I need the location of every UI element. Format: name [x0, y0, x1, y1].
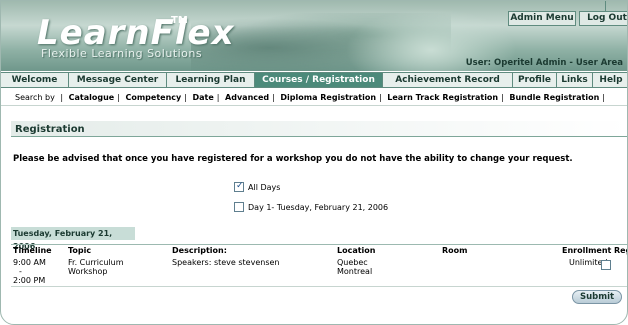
search-catalogue-link[interactable]: Catalogue: [69, 93, 115, 102]
tab-learning-plan[interactable]: Learning Plan: [167, 73, 255, 87]
all-days-checkbox[interactable]: [234, 181, 244, 192]
row-location-line2: Montreal: [337, 267, 373, 276]
tab-profile[interactable]: Profile: [513, 73, 557, 87]
logout-button[interactable]: Log Out: [579, 11, 627, 26]
tab-courses-registration[interactable]: Courses / Registration: [255, 73, 383, 87]
row-time-end: 2:00 PM: [13, 276, 46, 285]
day-1-label: Day 1- Tuesday, February 21, 2006: [248, 202, 389, 212]
row-topic-line1: Fr. Curriculum: [68, 258, 124, 267]
hanger-line: [605, 1, 606, 11]
table-row: 9:00 AM - 2:00 PM Fr. Curriculum Worksho…: [11, 257, 627, 287]
tab-links[interactable]: Links: [557, 73, 593, 87]
admin-menu-button[interactable]: Admin Menu: [508, 11, 576, 26]
page-title: Registration: [11, 121, 627, 137]
row-time-sep: -: [19, 267, 22, 276]
tab-achievement-record[interactable]: Achievement Record: [383, 73, 513, 87]
header-banner: LearnFlex TM Flexible Learning Solutions…: [1, 1, 627, 71]
col-description: Description:: [172, 246, 227, 255]
main-nav: Welcome Message Center Learning Plan Cou…: [1, 72, 627, 88]
diploma-registration-link[interactable]: Diploma Registration: [280, 93, 376, 102]
col-location: Location: [337, 246, 376, 255]
option-day-1[interactable]: Day 1- Tuesday, February 21, 2006: [234, 201, 388, 213]
tab-help[interactable]: Help: [593, 73, 627, 87]
table-header: Timeline Topic Description: Location Roo…: [11, 244, 627, 256]
logo-trademark: TM: [171, 15, 188, 26]
day-1-checkbox[interactable]: [234, 202, 244, 212]
option-all-days[interactable]: All Days: [234, 181, 280, 193]
search-date-link[interactable]: Date: [192, 93, 213, 102]
tagline: Flexible Learning Solutions: [41, 47, 203, 60]
col-timeline: Timeline: [13, 246, 52, 255]
all-days-label: All Days: [248, 182, 281, 192]
tab-message-center[interactable]: Message Center: [69, 73, 167, 87]
search-by-label: Search by: [15, 93, 55, 102]
col-room: Room: [442, 246, 468, 255]
bundle-registration-link[interactable]: Bundle Registration: [509, 93, 599, 102]
registration-notice: Please be advised that once you have reg…: [13, 154, 573, 164]
tab-welcome[interactable]: Welcome: [1, 73, 69, 87]
register-checkbox[interactable]: [601, 260, 611, 270]
col-register: Register: [614, 246, 627, 255]
search-advanced-link[interactable]: Advanced: [225, 93, 269, 102]
col-enrollment: Enrollment: [562, 246, 612, 255]
col-topic: Topic: [68, 246, 92, 255]
date-header: Tuesday, February 21, 2006: [11, 227, 135, 251]
page-frame: LearnFlex TM Flexible Learning Solutions…: [0, 0, 628, 325]
row-topic-line2: Workshop: [68, 267, 108, 276]
row-location-line1: Quebec: [337, 258, 368, 267]
submit-button[interactable]: Submit: [572, 290, 622, 304]
search-competency-link[interactable]: Competency: [125, 93, 181, 102]
learn-track-registration-link[interactable]: Learn Track Registration: [387, 93, 498, 102]
row-time-start: 9:00 AM: [13, 258, 46, 267]
row-description: Speakers: steve stevensen: [172, 258, 280, 267]
user-info: User: Operitel Admin - User Area: [465, 58, 623, 68]
search-by-bar: Search by | Catalogue | Competency | Date |…: [1, 90, 627, 106]
